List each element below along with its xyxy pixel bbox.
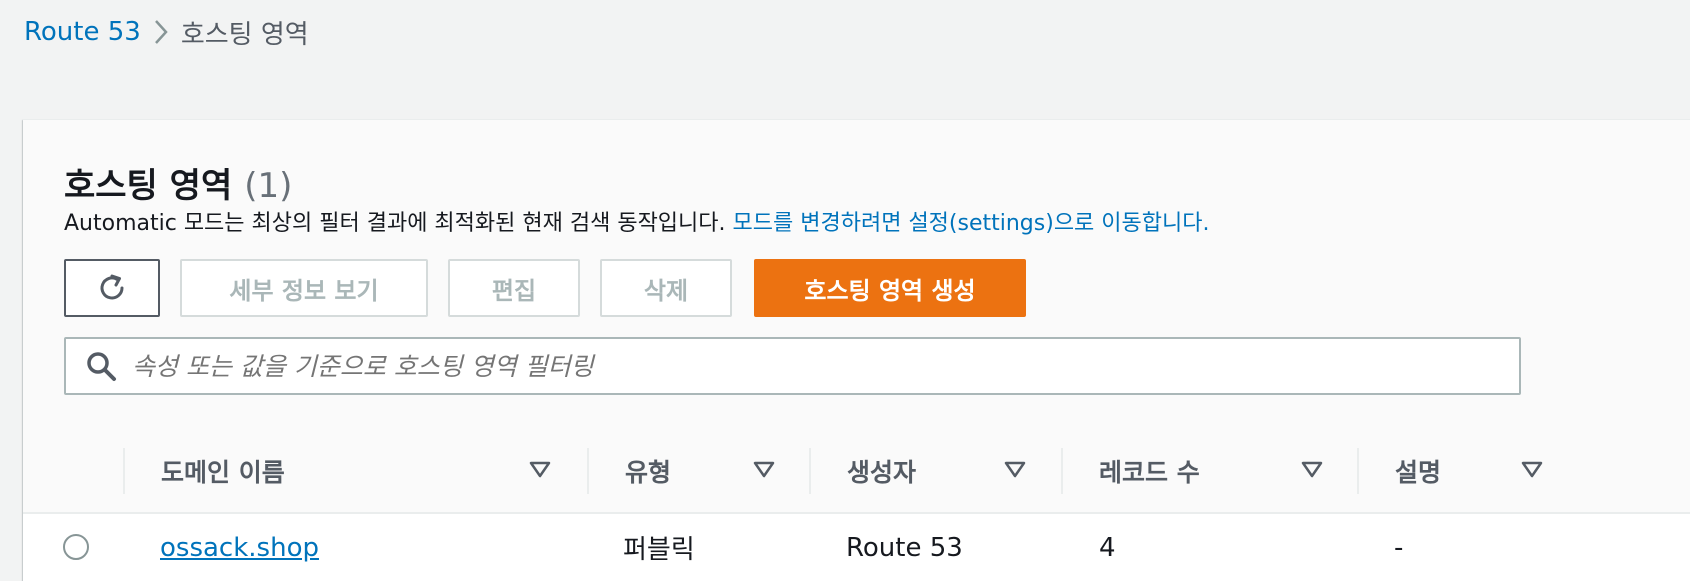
hosted-zones-panel: 호스팅 영역 (1) Automatic 모드는 최상의 필터 결과에 최적화된…	[23, 119, 1690, 581]
column-header-label: 설명	[1395, 458, 1442, 487]
column-header-domain-name[interactable]: 도메인 이름	[161, 430, 587, 512]
search-input[interactable]	[132, 351, 1432, 381]
view-details-button[interactable]: 세부 정보 보기	[180, 259, 428, 317]
breadcrumb: Route 53 호스팅 영역	[24, 12, 309, 52]
search-icon	[84, 349, 118, 383]
edit-button[interactable]: 편집	[448, 259, 580, 317]
panel-header: 호스팅 영역 (1) Automatic 모드는 최상의 필터 결과에 최적화된…	[23, 120, 1690, 431]
table-header: 도메인 이름 유형 생성자 레코드 수 설명	[23, 430, 1690, 514]
table-row[interactable]: ossack.shop 퍼블릭 Route 53 4 -	[23, 514, 1690, 581]
column-divider	[809, 448, 811, 494]
column-divider	[123, 448, 125, 494]
filter-search-box[interactable]	[64, 337, 1521, 395]
sort-down-icon[interactable]	[1004, 461, 1026, 479]
sort-down-icon[interactable]	[1301, 461, 1323, 479]
cell-type: 퍼블릭	[623, 535, 695, 565]
search-mode-description: Automatic 모드는 최상의 필터 결과에 최적화된 현재 검색 동작입니…	[64, 205, 1209, 237]
column-divider	[1357, 448, 1359, 494]
settings-link[interactable]: 모드를 변경하려면 설정(settings)으로 이동합니다.	[733, 211, 1210, 236]
column-divider	[587, 448, 589, 494]
column-header-label: 레코드 수	[1099, 458, 1200, 487]
create-hosted-zone-button[interactable]: 호스팅 영역 생성	[754, 259, 1026, 317]
column-header-created-by[interactable]: 생성자	[847, 430, 1061, 512]
chevron-right-icon	[141, 18, 181, 46]
row-select-radio[interactable]	[63, 534, 89, 560]
breadcrumb-current: 호스팅 영역	[180, 19, 309, 50]
column-header-label: 도메인 이름	[161, 458, 285, 487]
column-header-label: 생성자	[847, 458, 917, 487]
sort-down-icon[interactable]	[1521, 461, 1543, 479]
title-count: (1)	[244, 166, 293, 206]
delete-button[interactable]: 삭제	[600, 259, 732, 317]
cell-created-by: Route 53	[846, 532, 963, 563]
page-title: 호스팅 영역 (1)	[64, 158, 292, 207]
column-header-type[interactable]: 유형	[625, 430, 809, 512]
breadcrumb-route53-link[interactable]: Route 53	[24, 17, 141, 47]
cell-description: -	[1394, 532, 1404, 563]
title-text: 호스팅 영역	[64, 166, 233, 206]
column-header-record-count[interactable]: 레코드 수	[1099, 430, 1357, 512]
sort-down-icon[interactable]	[753, 461, 775, 479]
column-header-description[interactable]: 설명	[1395, 430, 1595, 512]
refresh-button[interactable]	[64, 259, 160, 317]
refresh-icon	[95, 271, 129, 305]
sort-down-icon[interactable]	[529, 461, 551, 479]
cell-record-count: 4	[1099, 532, 1116, 563]
domain-name-link[interactable]: ossack.shop	[160, 514, 319, 581]
column-header-label: 유형	[625, 458, 672, 487]
column-divider	[1061, 448, 1063, 494]
description-text: Automatic 모드는 최상의 필터 결과에 최적화된 현재 검색 동작입니…	[64, 211, 726, 236]
